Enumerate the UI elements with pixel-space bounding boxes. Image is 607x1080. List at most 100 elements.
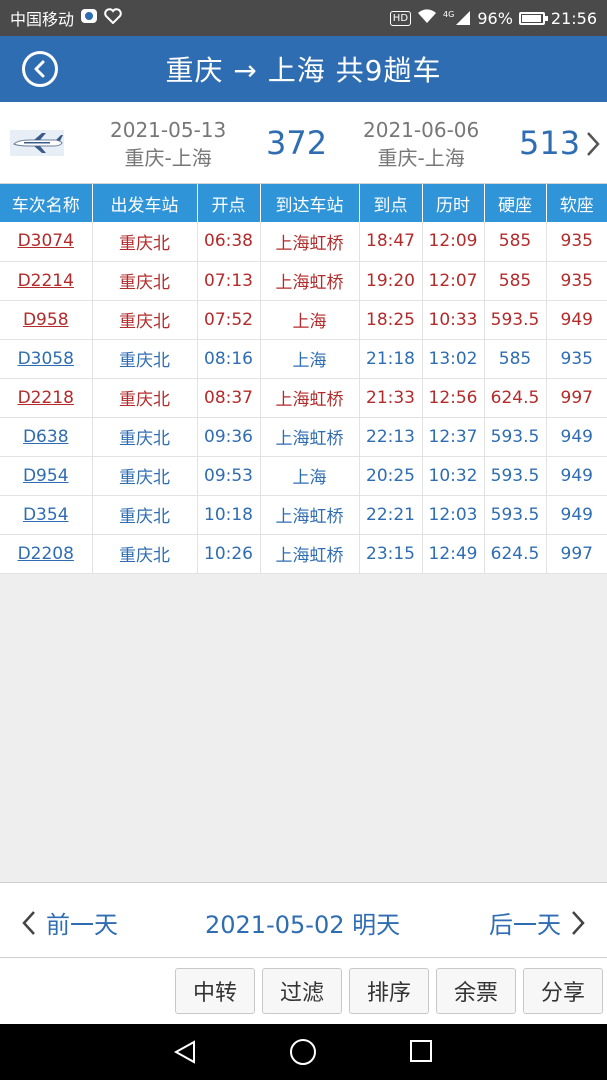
departure-station: 重庆北 — [92, 378, 198, 418]
departure-station: 重庆北 — [92, 300, 198, 340]
share-button[interactable]: 分享 — [523, 968, 603, 1014]
remaining-tickets-button[interactable]: 余票 — [436, 968, 516, 1014]
status-bar: 中国移动 HD 4G 96% 21:56 — [0, 0, 607, 36]
soft-seat-price: 935 — [546, 261, 607, 301]
column-header[interactable]: 出发车站 — [92, 184, 198, 222]
train-code[interactable]: D354 — [0, 495, 93, 535]
network-type: 4G — [443, 10, 455, 19]
duration: 12:56 — [422, 378, 485, 418]
table-row[interactable]: D638 重庆北 09:36 上海虹桥 22:13 12:37 593.5 949 — [0, 417, 607, 457]
carrier-name: 中国移动 — [10, 10, 75, 29]
airplane-icon — [10, 130, 64, 156]
departure-station: 重庆北 — [92, 534, 198, 574]
flight-price[interactable]: 372 — [266, 124, 327, 162]
train-code[interactable]: D954 — [0, 456, 93, 496]
soft-seat-price: 949 — [546, 417, 607, 457]
battery-percent: 96% — [477, 8, 513, 28]
hard-seat-price: 585 — [484, 261, 547, 301]
back-icon[interactable] — [22, 51, 58, 87]
table-row[interactable]: D2208 重庆北 10:26 上海虹桥 23:15 12:49 624.5 997 — [0, 534, 607, 574]
column-header[interactable]: 软座 — [546, 184, 607, 222]
flight-date: 2021-05-13 — [110, 118, 227, 142]
table-header-row: 车次名称 出发车站 开点 到达车站 到点 历时 硬座 软座 — [0, 184, 607, 222]
transfer-button[interactable]: 中转 — [175, 968, 255, 1014]
arrival-station: 上海虹桥 — [260, 261, 360, 301]
signal-icon: 4G — [443, 10, 471, 26]
duration: 12:49 — [422, 534, 485, 574]
soft-seat-price: 949 — [546, 456, 607, 496]
train-table: 车次名称 出发车站 开点 到达车站 到点 历时 硬座 软座 D3074 重庆北 06… — [0, 184, 607, 574]
flight-offers[interactable]: 2021-05-13 重庆-上海 372 2021-06-06 重庆-上海 51… — [0, 102, 607, 184]
train-code[interactable]: D2208 — [0, 534, 93, 574]
arrive-time: 19:20 — [359, 261, 423, 301]
empty-list-area — [0, 574, 607, 882]
train-code[interactable]: D638 — [0, 417, 93, 457]
column-header[interactable]: 到达车站 — [260, 184, 360, 222]
arrive-time: 22:13 — [359, 417, 423, 457]
nav-recent-icon[interactable] — [410, 1040, 432, 1062]
train-code[interactable]: D3058 — [0, 339, 93, 379]
table-row[interactable]: D3058 重庆北 08:16 上海 21:18 13:02 585 935 — [0, 339, 607, 379]
flight-offer-1[interactable]: 2021-05-13 重庆-上海 — [110, 116, 226, 172]
arrival-station: 上海 — [260, 300, 360, 340]
departure-station: 重庆北 — [92, 417, 198, 457]
filter-button[interactable]: 过滤 — [262, 968, 342, 1014]
chevron-left-icon — [22, 910, 35, 935]
arrive-time: 20:25 — [359, 456, 423, 496]
table-row[interactable]: D958 重庆北 07:52 上海 18:25 10:33 593.5 949 — [0, 300, 607, 340]
soft-seat-price: 949 — [546, 300, 607, 340]
table-row[interactable]: D954 重庆北 09:53 上海 20:25 10:32 593.5 949 — [0, 456, 607, 496]
train-code[interactable]: D2218 — [0, 378, 93, 418]
duration: 12:07 — [422, 261, 485, 301]
table-row[interactable]: D354 重庆北 10:18 上海虹桥 22:21 12:03 593.5 949 — [0, 495, 607, 535]
battery-icon — [518, 11, 548, 25]
arrive-time: 18:25 — [359, 300, 423, 340]
departure-station: 重庆北 — [92, 456, 198, 496]
hard-seat-price: 585 — [484, 339, 547, 379]
table-row[interactable]: D2218 重庆北 08:37 上海虹桥 21:33 12:56 624.5 997 — [0, 378, 607, 418]
system-nav-bar — [0, 1024, 607, 1080]
arrive-time: 21:18 — [359, 339, 423, 379]
column-header[interactable]: 开点 — [197, 184, 261, 222]
clock: 21:56 — [550, 8, 597, 28]
table-row[interactable]: D3074 重庆北 06:38 上海虹桥 18:47 12:09 585 935 — [0, 222, 607, 262]
depart-time: 10:26 — [197, 534, 261, 574]
flight-price[interactable]: 513 — [519, 124, 580, 162]
next-day-button[interactable]: 后一天 — [489, 905, 585, 940]
nav-back-icon[interactable] — [172, 1040, 198, 1064]
duration: 12:09 — [422, 222, 485, 262]
sort-button[interactable]: 排序 — [349, 968, 429, 1014]
day-navigation: 前一天 2021-05-02 明天 后一天 — [0, 882, 607, 958]
hard-seat-price: 593.5 — [484, 495, 547, 535]
depart-time: 10:18 — [197, 495, 261, 535]
column-header[interactable]: 历时 — [422, 184, 485, 222]
nav-home-icon[interactable] — [290, 1039, 316, 1065]
title-bar: 重庆 → 上海 共9趟车 — [0, 36, 607, 102]
prev-day-label: 前一天 — [46, 911, 118, 939]
departure-station: 重庆北 — [92, 339, 198, 379]
depart-time: 06:38 — [197, 222, 261, 262]
departure-station: 重庆北 — [92, 261, 198, 301]
flight-offer-2[interactable]: 2021-06-06 重庆-上海 — [363, 116, 479, 172]
prev-day-button[interactable]: 前一天 — [22, 905, 118, 940]
table-row[interactable]: D2214 重庆北 07:13 上海虹桥 19:20 12:07 585 935 — [0, 261, 607, 301]
current-date[interactable]: 2021-05-02 明天 — [205, 905, 400, 940]
train-code[interactable]: D2214 — [0, 261, 93, 301]
hard-seat-price: 624.5 — [484, 534, 547, 574]
hd-icon: HD — [389, 10, 412, 26]
chevron-right-icon[interactable] — [585, 130, 601, 158]
arrival-station: 上海 — [260, 456, 360, 496]
soft-seat-price: 997 — [546, 378, 607, 418]
depart-time: 08:37 — [197, 378, 261, 418]
depart-time: 07:52 — [197, 300, 261, 340]
arrival-station: 上海虹桥 — [260, 222, 360, 262]
column-header[interactable]: 到点 — [359, 184, 423, 222]
train-code[interactable]: D958 — [0, 300, 93, 340]
column-header[interactable]: 车次名称 — [0, 184, 93, 222]
arrive-time: 18:47 — [359, 222, 423, 262]
depart-time: 09:36 — [197, 417, 261, 457]
flight-date: 2021-06-06 — [363, 118, 480, 142]
column-header[interactable]: 硬座 — [484, 184, 547, 222]
train-code[interactable]: D3074 — [0, 222, 93, 262]
soft-seat-price: 949 — [546, 495, 607, 535]
